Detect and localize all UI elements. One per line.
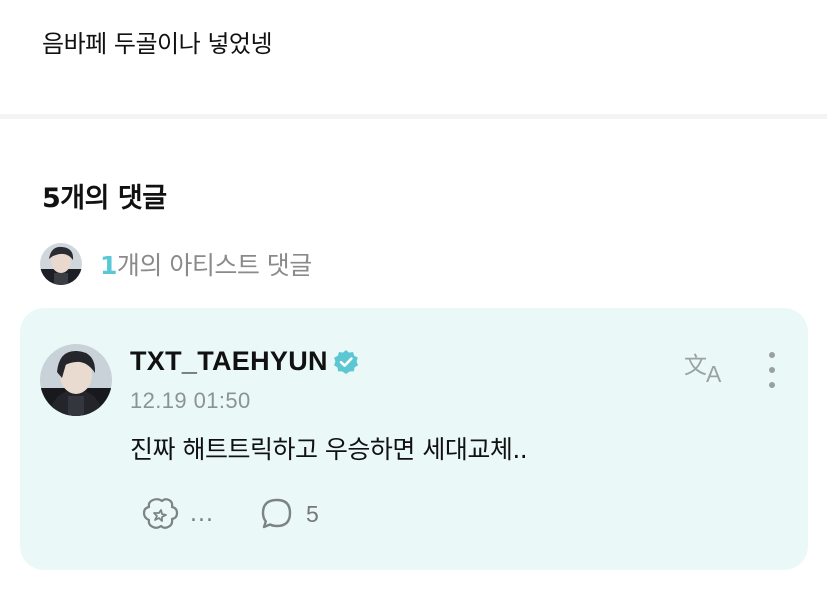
artist-avatar: [40, 243, 82, 285]
svg-text:文: 文: [684, 353, 707, 379]
comment-timestamp: 12.19 01:50: [130, 388, 251, 413]
comment-actions: ... 5: [142, 496, 319, 532]
section-divider: [0, 114, 827, 119]
artist-comments-text: 개의 아티스트 댓글: [116, 251, 312, 280]
post-text: 음바페 두골이나 넣었넹: [42, 30, 273, 58]
reaction-count: ...: [190, 501, 214, 527]
commenter-username[interactable]: TXT_TAEHYUN: [130, 346, 328, 377]
reply-icon[interactable]: [260, 497, 294, 531]
artist-comments-number: 1: [100, 251, 117, 280]
artist-comment-card: TXT_TAEHYUN 12.19 01:50 진짜 해트트릭하고 우승하면 세…: [20, 308, 808, 570]
commenter-name-row: TXT_TAEHYUN: [130, 346, 359, 377]
comment-body: 진짜 해트트릭하고 우승하면 세대교체..: [130, 435, 528, 464]
artist-comments-label: 1개의 아티스트 댓글: [100, 246, 312, 282]
reply-count: 5: [305, 500, 319, 527]
more-vertical-icon: [769, 352, 775, 358]
artist-comments-filter[interactable]: 1개의 아티스트 댓글: [40, 243, 312, 285]
commenter-avatar[interactable]: [40, 344, 112, 416]
comments-count-heading: 5개의 댓글: [42, 176, 167, 215]
comments-count-number: 5: [42, 183, 61, 214]
svg-text:A: A: [706, 361, 722, 386]
comments-count-label: 개의 댓글: [60, 183, 167, 214]
reaction-icon[interactable]: [142, 496, 180, 532]
translate-icon[interactable]: 文 A: [684, 350, 728, 386]
more-options-button[interactable]: [762, 350, 782, 390]
verified-badge-icon: [333, 349, 358, 374]
